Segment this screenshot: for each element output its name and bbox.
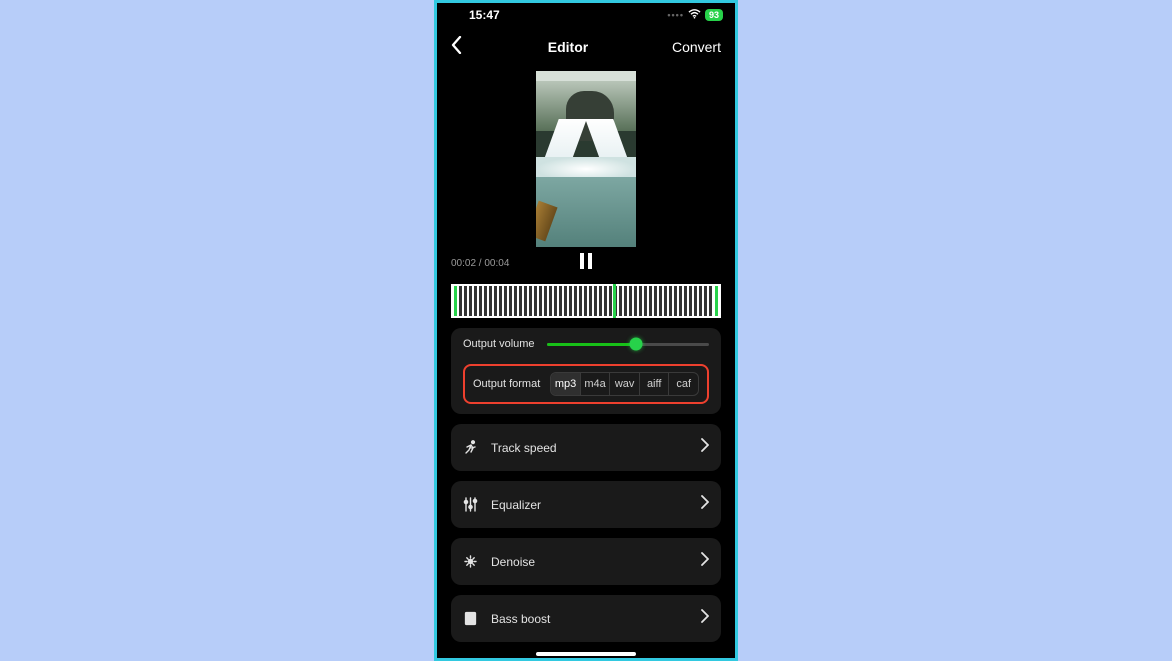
status-bar: 15:47 •••• 93 <box>437 3 735 27</box>
waveform-trimmer[interactable] <box>451 284 721 318</box>
status-icons: •••• 93 <box>667 9 723 22</box>
format-row-highlighted: Output format mp3 m4a wav aiff caf <box>463 364 709 404</box>
trim-end-handle[interactable] <box>715 286 718 316</box>
player-controls: 00:02 / 00:04 <box>437 247 735 278</box>
denoise-icon <box>463 554 481 569</box>
row-denoise[interactable]: Denoise <box>451 538 721 585</box>
timecode: 00:02 / 00:04 <box>451 258 541 269</box>
chevron-right-icon <box>701 552 709 571</box>
playhead[interactable] <box>613 284 616 318</box>
cell-dots-icon: •••• <box>667 10 684 20</box>
format-option-caf[interactable]: caf <box>668 373 698 395</box>
volume-label: Output volume <box>463 338 535 350</box>
battery-icon: 93 <box>705 9 723 21</box>
convert-button[interactable]: Convert <box>661 39 721 55</box>
format-option-m4a[interactable]: m4a <box>580 373 610 395</box>
row-label: Track speed <box>491 441 701 455</box>
sliders-icon <box>463 497 481 512</box>
volume-row: Output volume <box>463 338 709 350</box>
row-label: Denoise <box>491 555 701 569</box>
volume-slider[interactable] <box>547 343 709 346</box>
chevron-right-icon <box>701 438 709 457</box>
output-card: Output volume Output format mp3 m4a wav … <box>451 328 721 414</box>
row-equalizer[interactable]: Equalizer <box>451 481 721 528</box>
video-preview[interactable] <box>437 67 735 247</box>
format-option-mp3[interactable]: mp3 <box>551 373 580 395</box>
format-option-wav[interactable]: wav <box>609 373 639 395</box>
runner-icon <box>463 440 481 455</box>
nav-bar: Editor Convert <box>437 27 735 67</box>
chevron-right-icon <box>701 495 709 514</box>
status-time: 15:47 <box>469 8 500 22</box>
pause-button[interactable] <box>541 253 631 274</box>
wifi-icon <box>688 9 701 22</box>
trim-start-handle[interactable] <box>454 286 457 316</box>
volume-fill <box>547 343 636 346</box>
row-track-speed[interactable]: Track speed <box>451 424 721 471</box>
format-option-aiff[interactable]: aiff <box>639 373 669 395</box>
row-label: Equalizer <box>491 498 701 512</box>
format-label: Output format <box>473 378 540 390</box>
format-segmented: mp3 m4a wav aiff caf <box>550 372 699 396</box>
back-button[interactable] <box>451 36 475 59</box>
phone-frame: 15:47 •••• 93 Editor Convert <box>434 0 738 661</box>
chevron-right-icon <box>701 609 709 628</box>
volume-thumb[interactable] <box>629 338 642 351</box>
speaker-icon <box>463 611 481 626</box>
home-indicator[interactable] <box>536 652 636 656</box>
row-bass-boost[interactable]: Bass boost <box>451 595 721 642</box>
row-label: Bass boost <box>491 612 701 626</box>
page-title: Editor <box>548 39 588 55</box>
